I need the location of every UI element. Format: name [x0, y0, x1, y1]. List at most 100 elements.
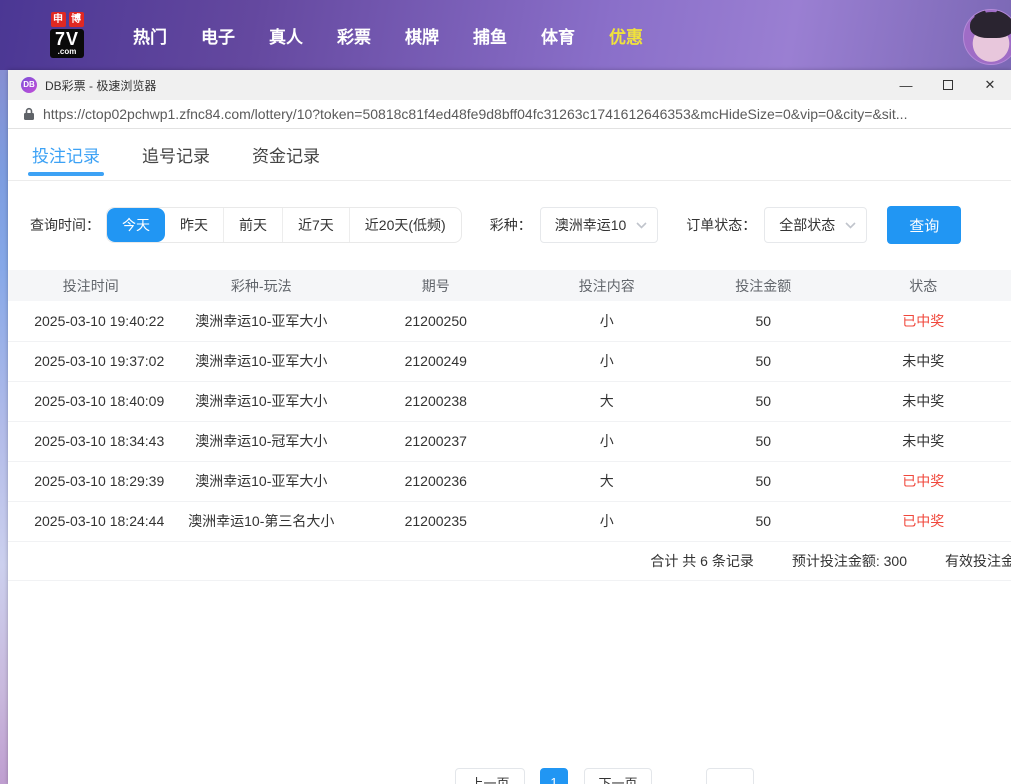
nav-item-fishing[interactable]: 捕鱼: [460, 23, 520, 48]
table-row: 2025-03-10 18:40:09 澳洲幸运10-亚军大小 21200238…: [8, 381, 1011, 421]
window-title: DB彩票 - 极速浏览器: [45, 77, 156, 94]
cell-bet-time: 2025-03-10 18:29:39: [8, 461, 173, 501]
time-option-20days[interactable]: 近20天(低频): [349, 208, 461, 242]
tab-chase-records[interactable]: 追号记录: [142, 129, 210, 180]
status-badge: 已中奖: [835, 461, 1011, 501]
logo-badge-shen: 申: [51, 12, 66, 27]
url-text[interactable]: https://ctop02pchwp1.zfnc84.com/lottery/…: [43, 106, 907, 122]
status-badge: 未中奖: [835, 381, 1011, 421]
address-bar[interactable]: https://ctop02pchwp1.zfnc84.com/lottery/…: [8, 100, 1011, 129]
cell-game-play: 澳洲幸运10-亚军大小: [173, 381, 349, 421]
current-page-button[interactable]: 1: [540, 768, 568, 784]
bet-records-table: 投注时间 彩种-玩法 期号 投注内容 投注金额 状态 2025-03-10 19…: [8, 270, 1011, 542]
nav-item-hot[interactable]: 热门: [120, 23, 180, 48]
order-status-select[interactable]: 全部状态: [764, 207, 867, 243]
window-title-bar[interactable]: DB DB彩票 - 极速浏览器 — ✕: [8, 70, 1011, 100]
cell-issue: 21200249: [349, 341, 523, 381]
window-controls: — ✕: [885, 70, 1011, 100]
cell-bet-time: 2025-03-10 18:34:43: [8, 421, 173, 461]
nav-item-lottery[interactable]: 彩票: [324, 23, 384, 48]
table-row: 2025-03-10 19:40:22 澳洲幸运10-亚军大小 21200250…: [8, 301, 1011, 341]
summary-valid-amount: 有效投注金额: [945, 551, 1011, 571]
cell-bet-content: 小: [523, 501, 692, 541]
cell-game-play: 澳洲幸运10-亚军大小: [173, 301, 349, 341]
lottery-select-value: 澳洲幸运10: [555, 215, 627, 235]
cell-issue: 21200236: [349, 461, 523, 501]
prev-page-button[interactable]: 上一页: [455, 768, 525, 784]
table-row: 2025-03-10 18:24:44 澳洲幸运10-第三名大小 2120023…: [8, 501, 1011, 541]
status-filter-label: 订单状态：: [686, 215, 756, 235]
close-icon: ✕: [985, 77, 996, 93]
header-status: 状态: [835, 270, 1011, 301]
cell-bet-time: 2025-03-10 18:24:44: [8, 501, 173, 541]
nav-item-slots[interactable]: 电子: [188, 23, 248, 48]
lottery-filter-label: 彩种：: [490, 215, 532, 235]
cell-bet-content: 大: [523, 381, 692, 421]
cell-bet-amount: 50: [691, 301, 835, 341]
cell-bet-content: 大: [523, 461, 692, 501]
maximize-button[interactable]: [927, 70, 969, 100]
status-badge: 已中奖: [835, 301, 1011, 341]
nav-item-promo[interactable]: 优惠: [596, 23, 656, 48]
header-bet-content: 投注内容: [523, 270, 692, 301]
db-favicon-icon: DB: [21, 77, 37, 93]
tab-fund-records[interactable]: 资金记录: [252, 129, 320, 180]
summary-total-records: 合计 共 6 条记录: [650, 551, 753, 571]
cell-bet-content: 小: [523, 421, 692, 461]
logo-badges: 申 博: [51, 12, 84, 27]
query-button[interactable]: 查询: [887, 206, 961, 244]
header-bet-time: 投注时间: [8, 270, 173, 301]
browser-window: DB DB彩票 - 极速浏览器 — ✕ https://ctop02pchwp1…: [8, 70, 1011, 784]
page-content: 投注记录 追号记录 资金记录 查询时间： 今天 昨天 前天 近7天 近20天(低…: [8, 129, 1011, 783]
cell-game-play: 澳洲幸运10-冠军大小: [173, 421, 349, 461]
time-option-day-before[interactable]: 前天: [223, 208, 282, 242]
filter-bar: 查询时间： 今天 昨天 前天 近7天 近20天(低频) 彩种： 澳洲幸运10 订…: [30, 207, 1011, 243]
cell-bet-time: 2025-03-10 19:37:02: [8, 341, 173, 381]
header-game-play: 彩种-玩法: [173, 270, 349, 301]
nav-item-sports[interactable]: 体育: [528, 23, 588, 48]
cell-bet-time: 2025-03-10 19:40:22: [8, 301, 173, 341]
header-bet-amount: 投注金额: [691, 270, 835, 301]
summary-row: 合计 共 6 条记录 预计投注金额: 300 有效投注金额: [8, 542, 1011, 581]
logo-sub-text: .com: [55, 48, 79, 56]
minimize-icon: —: [900, 78, 913, 93]
status-select-value: 全部状态: [779, 215, 835, 235]
cell-game-play: 澳洲幸运10-第三名大小: [173, 501, 349, 541]
cell-bet-content: 小: [523, 301, 692, 341]
site-logo[interactable]: 申 博 7V .com: [40, 12, 94, 58]
cell-bet-content: 小: [523, 341, 692, 381]
page-size-box[interactable]: [706, 768, 754, 784]
time-option-yesterday[interactable]: 昨天: [165, 208, 223, 242]
summary-expected-amount: 预计投注金额: 300: [792, 551, 907, 571]
header-issue: 期号: [349, 270, 523, 301]
logo-main-text: 7V: [55, 30, 79, 48]
nav-item-live[interactable]: 真人: [256, 23, 316, 48]
tab-bet-records[interactable]: 投注记录: [32, 129, 100, 180]
time-filter-label: 查询时间：: [30, 215, 100, 235]
cell-issue: 21200235: [349, 501, 523, 541]
table-row: 2025-03-10 18:34:43 澳洲幸运10-冠军大小 21200237…: [8, 421, 1011, 461]
minimize-button[interactable]: —: [885, 70, 927, 100]
next-page-button[interactable]: 下一页: [584, 768, 652, 784]
nav-item-cards[interactable]: 棋牌: [392, 23, 452, 48]
lottery-select[interactable]: 澳洲幸运10: [540, 207, 659, 243]
main-menu: 热门 电子 真人 彩票 棋牌 捕鱼 体育 优惠: [116, 23, 660, 48]
pagination: 上一页 1 下一页: [455, 768, 754, 784]
time-option-7days[interactable]: 近7天: [282, 208, 349, 242]
cell-issue: 21200250: [349, 301, 523, 341]
cell-bet-amount: 50: [691, 421, 835, 461]
cell-game-play: 澳洲幸运10-亚军大小: [173, 341, 349, 381]
maximize-icon: [943, 80, 953, 90]
status-badge: 未中奖: [835, 421, 1011, 461]
time-option-today[interactable]: 今天: [107, 208, 165, 242]
status-badge: 未中奖: [835, 341, 1011, 381]
lock-icon: [23, 107, 35, 121]
close-button[interactable]: ✕: [969, 70, 1011, 100]
cell-bet-time: 2025-03-10 18:40:09: [8, 381, 173, 421]
status-badge: 已中奖: [835, 501, 1011, 541]
cell-issue: 21200237: [349, 421, 523, 461]
chevron-down-icon: [636, 222, 647, 229]
cell-bet-amount: 50: [691, 381, 835, 421]
user-avatar[interactable]: [963, 9, 1011, 65]
record-tabs: 投注记录 追号记录 资金记录: [8, 129, 1011, 181]
